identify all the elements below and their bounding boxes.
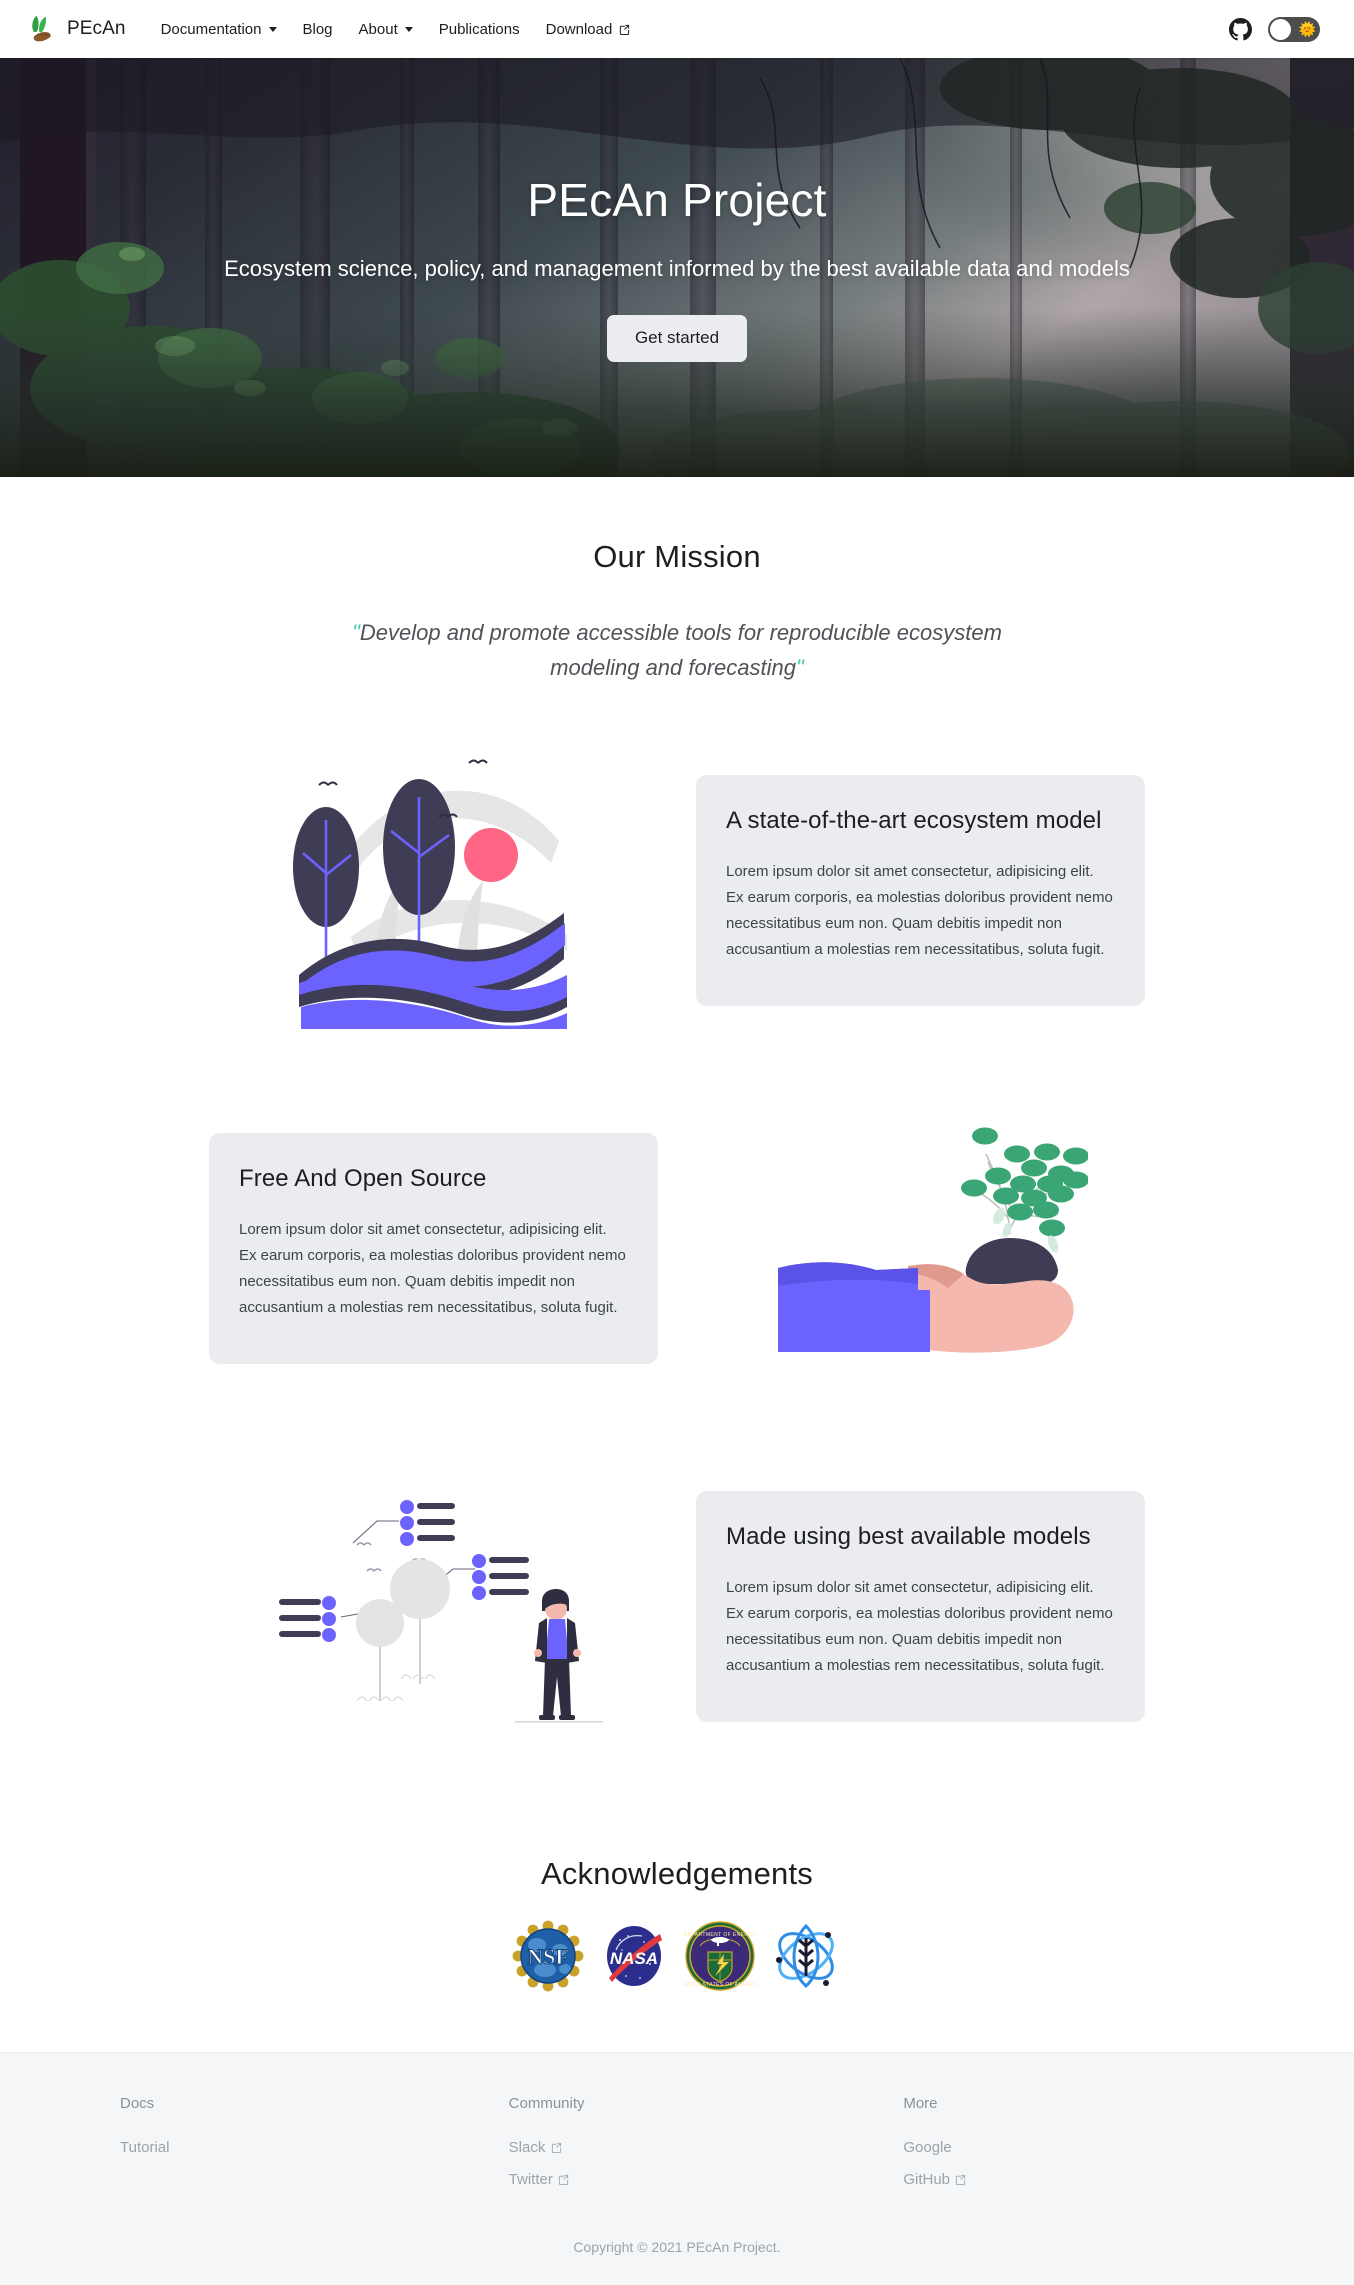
external-link-icon	[954, 2171, 966, 2188]
svg-text:NASA: NASA	[610, 1949, 658, 1968]
feature-card: Made using best available models Lorem i…	[696, 1491, 1145, 1722]
footer-link-twitter[interactable]: Twitter	[509, 2171, 840, 2188]
feature-card: A state-of-the-art ecosystem model Lorem…	[696, 775, 1145, 1006]
quote-open-mark: "	[352, 620, 360, 645]
acknowledgements-section: Acknowledgements NSF NASA DEPARTMENT OF …	[0, 1834, 1354, 2052]
acknowledgements-title: Acknowledgements	[540, 1856, 813, 1892]
pecan-leaf-logo-icon	[28, 14, 58, 44]
navbar-right: 🌞	[1229, 16, 1326, 42]
feature-row: A state-of-the-art ecosystem model Lorem…	[0, 740, 1354, 1040]
footer-link-label: Tutorial	[120, 2139, 170, 2157]
toggle-knob	[1270, 18, 1291, 40]
footer-copyright: Copyright © 2021 PEcAn Project.	[573, 2239, 781, 2256]
nav-item-label: Publications	[438, 20, 520, 38]
footer-link-label: Google	[903, 2139, 952, 2157]
svg-text:UNITED STATES OF AMERICA: UNITED STATES OF AMERICA	[684, 1982, 756, 1988]
nav-item-label: Documentation	[160, 20, 262, 38]
footer-column-heading: Community	[508, 2095, 585, 2113]
nav-item-download[interactable]: Download	[533, 14, 644, 45]
acknowledgement-logos: NSF NASA DEPARTMENT OF ENERGY NITED STAT…	[0, 1920, 1354, 1992]
features-section: A state-of-the-art ecosystem model Lorem…	[0, 695, 1354, 1834]
feature-card-body: Lorem ipsum dolor sit amet consectetur, …	[726, 1578, 1113, 1675]
nav-item-label: Download	[545, 20, 613, 38]
feature-card-body: Lorem ipsum dolor sit amet consectetur, …	[726, 862, 1113, 959]
neon-logo-icon	[770, 1920, 842, 1992]
hero-subtitle: Ecosystem science, policy, and managemen…	[224, 256, 1130, 282]
nav-item-publications[interactable]: Publications	[426, 14, 533, 45]
feature-card-title: Made using best available models	[726, 1523, 1091, 1551]
footer-columns: Docs Tutorial Community Slack Twitter Mo…	[0, 2095, 1354, 2203]
external-link-icon	[550, 2139, 562, 2156]
nasa-logo-icon: NASA	[598, 1920, 670, 1992]
github-icon[interactable]	[1229, 17, 1252, 41]
footer-link-github[interactable]: GitHub	[903, 2171, 1234, 2188]
mission-quote: "Develop and promote accessible tools fo…	[327, 615, 1027, 685]
feature-card-body: Lorem ipsum dolor sit amet consectetur, …	[239, 1220, 626, 1317]
mission-title: Our Mission	[593, 539, 761, 574]
svg-text:NSF: NSF	[527, 1944, 569, 1969]
navbar-links: Documentation Blog About Publications Do…	[148, 14, 644, 45]
chevron-down-icon	[268, 26, 277, 32]
hero-title: PEcAn Project	[527, 174, 827, 227]
footer-column-docs: Docs Tutorial	[120, 2095, 451, 2203]
feature-card-title: Free And Open Source	[239, 1165, 487, 1193]
feature-card-title: A state-of-the-art ecosystem model	[726, 807, 1102, 835]
footer-link-label: Twitter	[508, 2171, 553, 2189]
feature-row: Made using best available models Lorem i…	[0, 1456, 1354, 1756]
get-started-button[interactable]: Get started	[606, 315, 748, 362]
hand-holding-plant-illustration-icon	[700, 1098, 1145, 1398]
footer-link-tutorial[interactable]: Tutorial	[120, 2139, 451, 2156]
navbar: PEcAn Documentation Blog About Publicati…	[0, 0, 1354, 58]
nav-item-label: About	[358, 20, 398, 38]
nav-item-label: Blog	[302, 20, 333, 38]
footer-column-heading: More	[903, 2095, 938, 2113]
theme-toggle[interactable]: 🌞	[1268, 16, 1320, 42]
hero-content: PEcAn Project Ecosystem science, policy,…	[0, 173, 1354, 362]
external-link-icon	[557, 2171, 569, 2188]
footer-column-more: More Google GitHub	[839, 2095, 1234, 2203]
mission-section: Our Mission "Develop and promote accessi…	[0, 477, 1354, 695]
footer-column-heading: Docs	[120, 2095, 155, 2113]
mission-quote-text: Develop and promote accessible tools for…	[359, 620, 1002, 681]
doe-logo-icon: DEPARTMENT OF ENERGY UNITED STATES OF AM…	[684, 1920, 756, 1992]
sun-icon: 🌞	[1298, 21, 1316, 37]
footer-link-label: Slack	[508, 2139, 546, 2157]
feature-row: Free And Open Source Lorem ipsum dolor s…	[0, 1098, 1354, 1398]
footer-link-label: GitHub	[903, 2171, 951, 2189]
quote-close-mark: "	[796, 655, 804, 681]
nsf-logo-icon: NSF	[512, 1920, 584, 1992]
nav-item-blog[interactable]: Blog	[290, 14, 346, 45]
nav-item-about[interactable]: About	[346, 14, 426, 45]
hero-banner: PEcAn Project Ecosystem science, policy,…	[0, 58, 1354, 477]
external-link-icon	[618, 21, 630, 38]
footer-link-google[interactable]: Google	[903, 2139, 1234, 2156]
footer-column-community: Community Slack Twitter	[451, 2095, 840, 2203]
footer-link-slack[interactable]: Slack	[509, 2139, 840, 2156]
nav-item-documentation[interactable]: Documentation	[148, 14, 290, 45]
feature-card: Free And Open Source Lorem ipsum dolor s…	[209, 1133, 658, 1364]
navbar-brand[interactable]: PEcAn	[28, 14, 126, 44]
brand-label: PEcAn	[67, 18, 126, 39]
chevron-down-icon	[404, 26, 413, 32]
forest-trees-illustration-icon	[209, 740, 654, 1040]
site-footer: Docs Tutorial Community Slack Twitter Mo…	[0, 2052, 1354, 2285]
data-trees-person-illustration-icon	[209, 1456, 654, 1756]
